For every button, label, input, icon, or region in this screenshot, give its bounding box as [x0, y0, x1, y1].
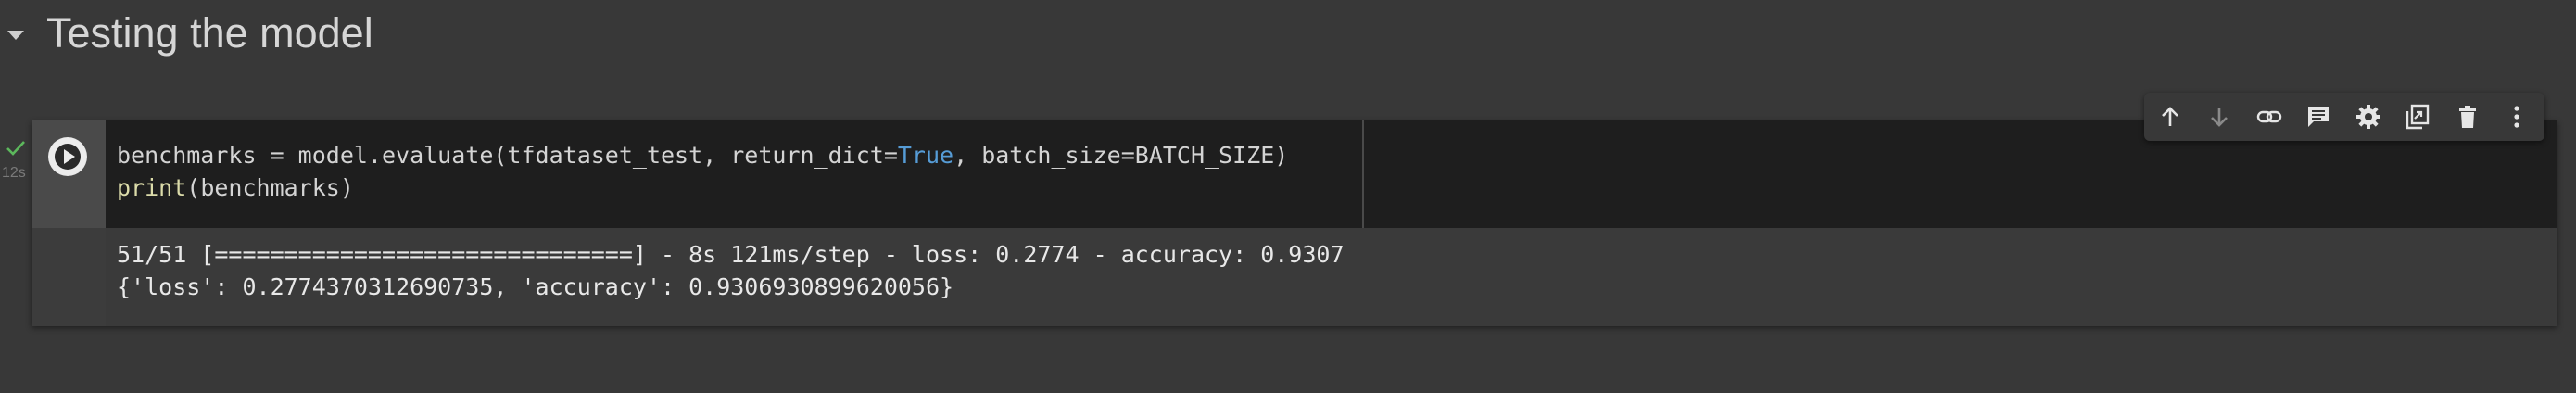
copy-link-button[interactable] [2251, 98, 2288, 135]
section-title: Testing the model [46, 9, 373, 57]
editor-ruler [1362, 120, 1364, 228]
code-text: , batch_size=BATCH_SIZE) [953, 142, 1289, 169]
code-line-1: benchmarks = model.evaluate(tfdataset_te… [117, 140, 1288, 171]
code-text: (benchmarks) [186, 174, 354, 201]
add-comment-button[interactable] [2300, 98, 2337, 135]
mirror-cell-icon [2399, 104, 2436, 130]
cell-toolbar [2144, 93, 2544, 141]
cell-settings-button[interactable] [2350, 98, 2387, 135]
code-line-2: print(benchmarks) [117, 172, 354, 204]
run-cell-button[interactable] [48, 137, 87, 176]
settings-gear-icon [2350, 104, 2387, 130]
cell-output: 51/51 [==============================] -… [106, 228, 2557, 326]
code-text: benchmarks = model.evaluate(tfdataset_te… [117, 142, 898, 169]
more-actions-button[interactable] [2498, 98, 2535, 135]
code-builtin: print [117, 174, 187, 201]
output-line-2: {'loss': 0.2774370312690735, 'accuracy':… [117, 273, 954, 300]
delete-cell-button[interactable] [2449, 98, 2486, 135]
arrow-down-icon [2201, 104, 2238, 130]
mirror-cell-button[interactable] [2399, 98, 2436, 135]
move-cell-down-button[interactable] [2201, 98, 2238, 135]
comment-icon [2300, 104, 2337, 130]
collapse-section-toggle[interactable] [4, 26, 28, 44]
trash-icon [2449, 104, 2486, 130]
execution-status: 12s [2, 139, 28, 184]
caret-down-icon [4, 26, 28, 44]
arrow-up-icon [2152, 104, 2189, 130]
section-header: Testing the model [0, 0, 1112, 70]
execution-time: 12s [2, 165, 26, 181]
link-icon [2251, 104, 2288, 130]
move-cell-up-button[interactable] [2152, 98, 2189, 135]
check-icon [6, 139, 26, 162]
more-vert-icon [2498, 104, 2535, 130]
code-keyword: True [897, 142, 954, 169]
output-line-1: 51/51 [==============================] -… [117, 241, 1345, 268]
notebook-page: Testing the model 12s benchmarks = model… [0, 0, 2576, 393]
